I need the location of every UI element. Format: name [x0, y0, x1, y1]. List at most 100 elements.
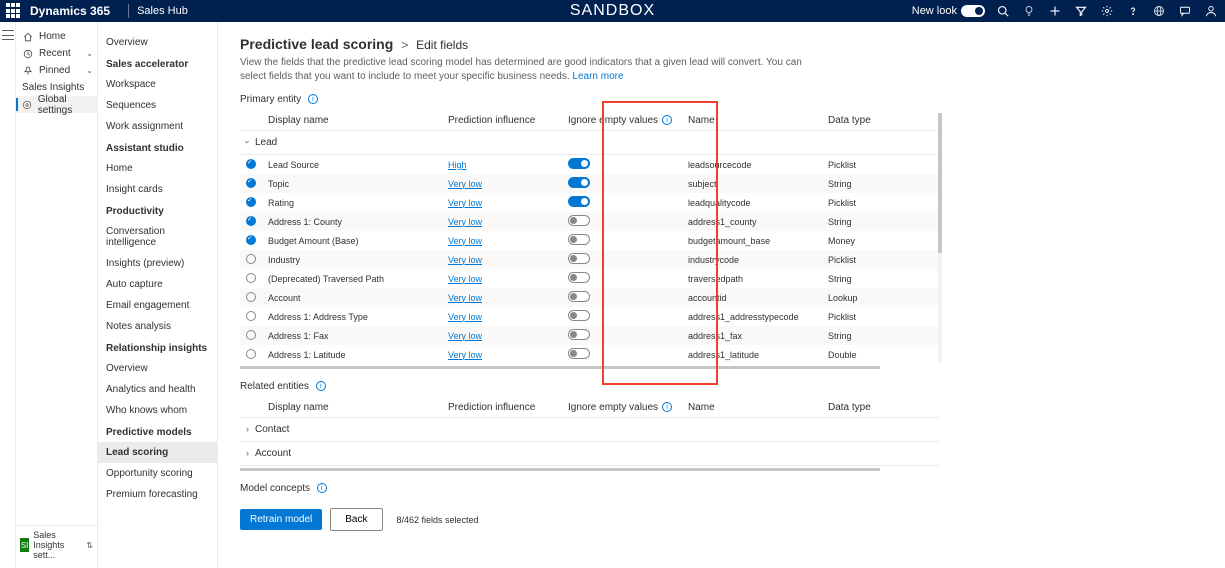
retrain-button[interactable]: Retrain model: [240, 509, 322, 530]
info-icon[interactable]: i: [662, 115, 672, 125]
ignore-empty-toggle[interactable]: [568, 253, 590, 264]
col-prediction-influence[interactable]: Prediction influence: [442, 398, 562, 418]
col-ignore-empty[interactable]: Ignore empty valuesi: [562, 398, 682, 418]
row-select-icon[interactable]: [246, 330, 256, 340]
col-display-name[interactable]: Display name: [262, 398, 442, 418]
toggle-icon[interactable]: [961, 5, 985, 17]
table-row[interactable]: Budget Amount (Base) Very low budgetamou…: [240, 231, 940, 250]
gear-icon[interactable]: [1099, 3, 1115, 19]
side-overview2[interactable]: Overview: [98, 358, 217, 379]
group-row-account[interactable]: ›Account: [240, 442, 940, 466]
info-icon[interactable]: i: [308, 94, 318, 104]
side-insights-preview[interactable]: Insights (preview): [98, 253, 217, 274]
ignore-empty-toggle[interactable]: [568, 215, 590, 226]
scrollbar-thumb[interactable]: [938, 113, 942, 253]
side-overview[interactable]: Overview: [98, 32, 217, 53]
side-premium-forecasting[interactable]: Premium forecasting: [98, 484, 217, 505]
side-analytics-health[interactable]: Analytics and health: [98, 379, 217, 400]
table-row[interactable]: Industry Very low industrycode Picklist: [240, 250, 940, 269]
side-auto-capture[interactable]: Auto capture: [98, 274, 217, 295]
table-row[interactable]: Lead Source High leadsourcecode Picklist: [240, 155, 940, 175]
row-select-icon[interactable]: [246, 349, 256, 359]
table-row[interactable]: Address 1: Latitude Very low address1_la…: [240, 345, 940, 364]
row-select-icon[interactable]: [246, 292, 256, 302]
area-switcher[interactable]: SI Sales Insights sett... ⇅: [16, 525, 97, 564]
group-row-lead[interactable]: ›Lead: [240, 131, 940, 155]
ignore-empty-toggle[interactable]: [568, 196, 590, 207]
nav-recent[interactable]: Recent ⌄: [16, 45, 97, 62]
nav-pinned[interactable]: Pinned ⌄: [16, 62, 97, 79]
prediction-influence-link[interactable]: Very low: [448, 217, 482, 227]
table-row[interactable]: Address 1: Address Type Very low address…: [240, 307, 940, 326]
new-look-toggle[interactable]: New look: [912, 5, 985, 17]
nav-home[interactable]: Home: [16, 28, 97, 45]
row-select-icon[interactable]: [246, 273, 256, 283]
col-data-type[interactable]: Data type: [822, 398, 940, 418]
side-who-knows-whom[interactable]: Who knows whom: [98, 400, 217, 421]
prediction-influence-link[interactable]: Very low: [448, 312, 482, 322]
col-data-type[interactable]: Data type: [822, 111, 940, 131]
filter-icon[interactable]: [1073, 3, 1089, 19]
ignore-empty-toggle[interactable]: [568, 310, 590, 321]
prediction-influence-link[interactable]: Very low: [448, 274, 482, 284]
horizontal-scrollbar[interactable]: [240, 366, 880, 369]
info-icon[interactable]: i: [662, 402, 672, 412]
row-select-icon[interactable]: [246, 159, 256, 169]
back-button[interactable]: Back: [330, 508, 382, 531]
app-name[interactable]: Sales Hub: [137, 5, 188, 17]
app-launcher-icon[interactable]: [6, 3, 22, 19]
row-select-icon[interactable]: [246, 178, 256, 188]
table-row[interactable]: Account Very low accountid Lookup: [240, 288, 940, 307]
ignore-empty-toggle[interactable]: [568, 272, 590, 283]
prediction-influence-link[interactable]: High: [448, 160, 467, 170]
scrollbar[interactable]: [938, 113, 942, 363]
horizontal-scrollbar[interactable]: [240, 468, 880, 471]
person-icon[interactable]: [1203, 3, 1219, 19]
ignore-empty-toggle[interactable]: [568, 348, 590, 359]
col-name[interactable]: Name: [682, 111, 822, 131]
learn-more-link[interactable]: Learn more: [572, 71, 623, 82]
prediction-influence-link[interactable]: Very low: [448, 236, 482, 246]
hamburger-icon[interactable]: [2, 30, 14, 40]
plus-icon[interactable]: [1047, 3, 1063, 19]
nav-global-settings[interactable]: Global settings: [16, 96, 97, 113]
info-icon[interactable]: i: [316, 381, 326, 391]
prediction-influence-link[interactable]: Very low: [448, 293, 482, 303]
row-select-icon[interactable]: [246, 235, 256, 245]
side-opportunity-scoring[interactable]: Opportunity scoring: [98, 463, 217, 484]
messenger-icon[interactable]: [1177, 3, 1193, 19]
prediction-influence-link[interactable]: Very low: [448, 350, 482, 360]
col-prediction-influence[interactable]: Prediction influence: [442, 111, 562, 131]
col-ignore-empty[interactable]: Ignore empty valuesi: [562, 111, 682, 131]
row-select-icon[interactable]: [246, 254, 256, 264]
ignore-empty-toggle[interactable]: [568, 158, 590, 169]
ignore-empty-toggle[interactable]: [568, 234, 590, 245]
row-select-icon[interactable]: [246, 197, 256, 207]
prediction-influence-link[interactable]: Very low: [448, 198, 482, 208]
ignore-empty-toggle[interactable]: [568, 329, 590, 340]
side-notes-analysis[interactable]: Notes analysis: [98, 316, 217, 337]
row-select-icon[interactable]: [246, 311, 256, 321]
globe-icon[interactable]: [1151, 3, 1167, 19]
table-row[interactable]: (Deprecated) Traversed Path Very low tra…: [240, 269, 940, 288]
search-icon[interactable]: [995, 3, 1011, 19]
lightbulb-icon[interactable]: [1021, 3, 1037, 19]
prediction-influence-link[interactable]: Very low: [448, 179, 482, 189]
group-row-contact[interactable]: ›Contact: [240, 418, 940, 442]
table-row[interactable]: Address 1: Fax Very low address1_fax Str…: [240, 326, 940, 345]
side-workspace[interactable]: Workspace: [98, 74, 217, 95]
side-sequences[interactable]: Sequences: [98, 95, 217, 116]
table-row[interactable]: Rating Very low leadqualitycode Picklist: [240, 193, 940, 212]
info-icon[interactable]: i: [317, 483, 327, 493]
side-insight-cards[interactable]: Insight cards: [98, 179, 217, 200]
side-email-engagement[interactable]: Email engagement: [98, 295, 217, 316]
prediction-influence-link[interactable]: Very low: [448, 331, 482, 341]
table-row[interactable]: Topic Very low subject String: [240, 174, 940, 193]
help-icon[interactable]: [1125, 3, 1141, 19]
ignore-empty-toggle[interactable]: [568, 177, 590, 188]
table-row[interactable]: Address 1: County Very low address1_coun…: [240, 212, 940, 231]
row-select-icon[interactable]: [246, 216, 256, 226]
prediction-influence-link[interactable]: Very low: [448, 255, 482, 265]
side-home[interactable]: Home: [98, 158, 217, 179]
col-name[interactable]: Name: [682, 398, 822, 418]
